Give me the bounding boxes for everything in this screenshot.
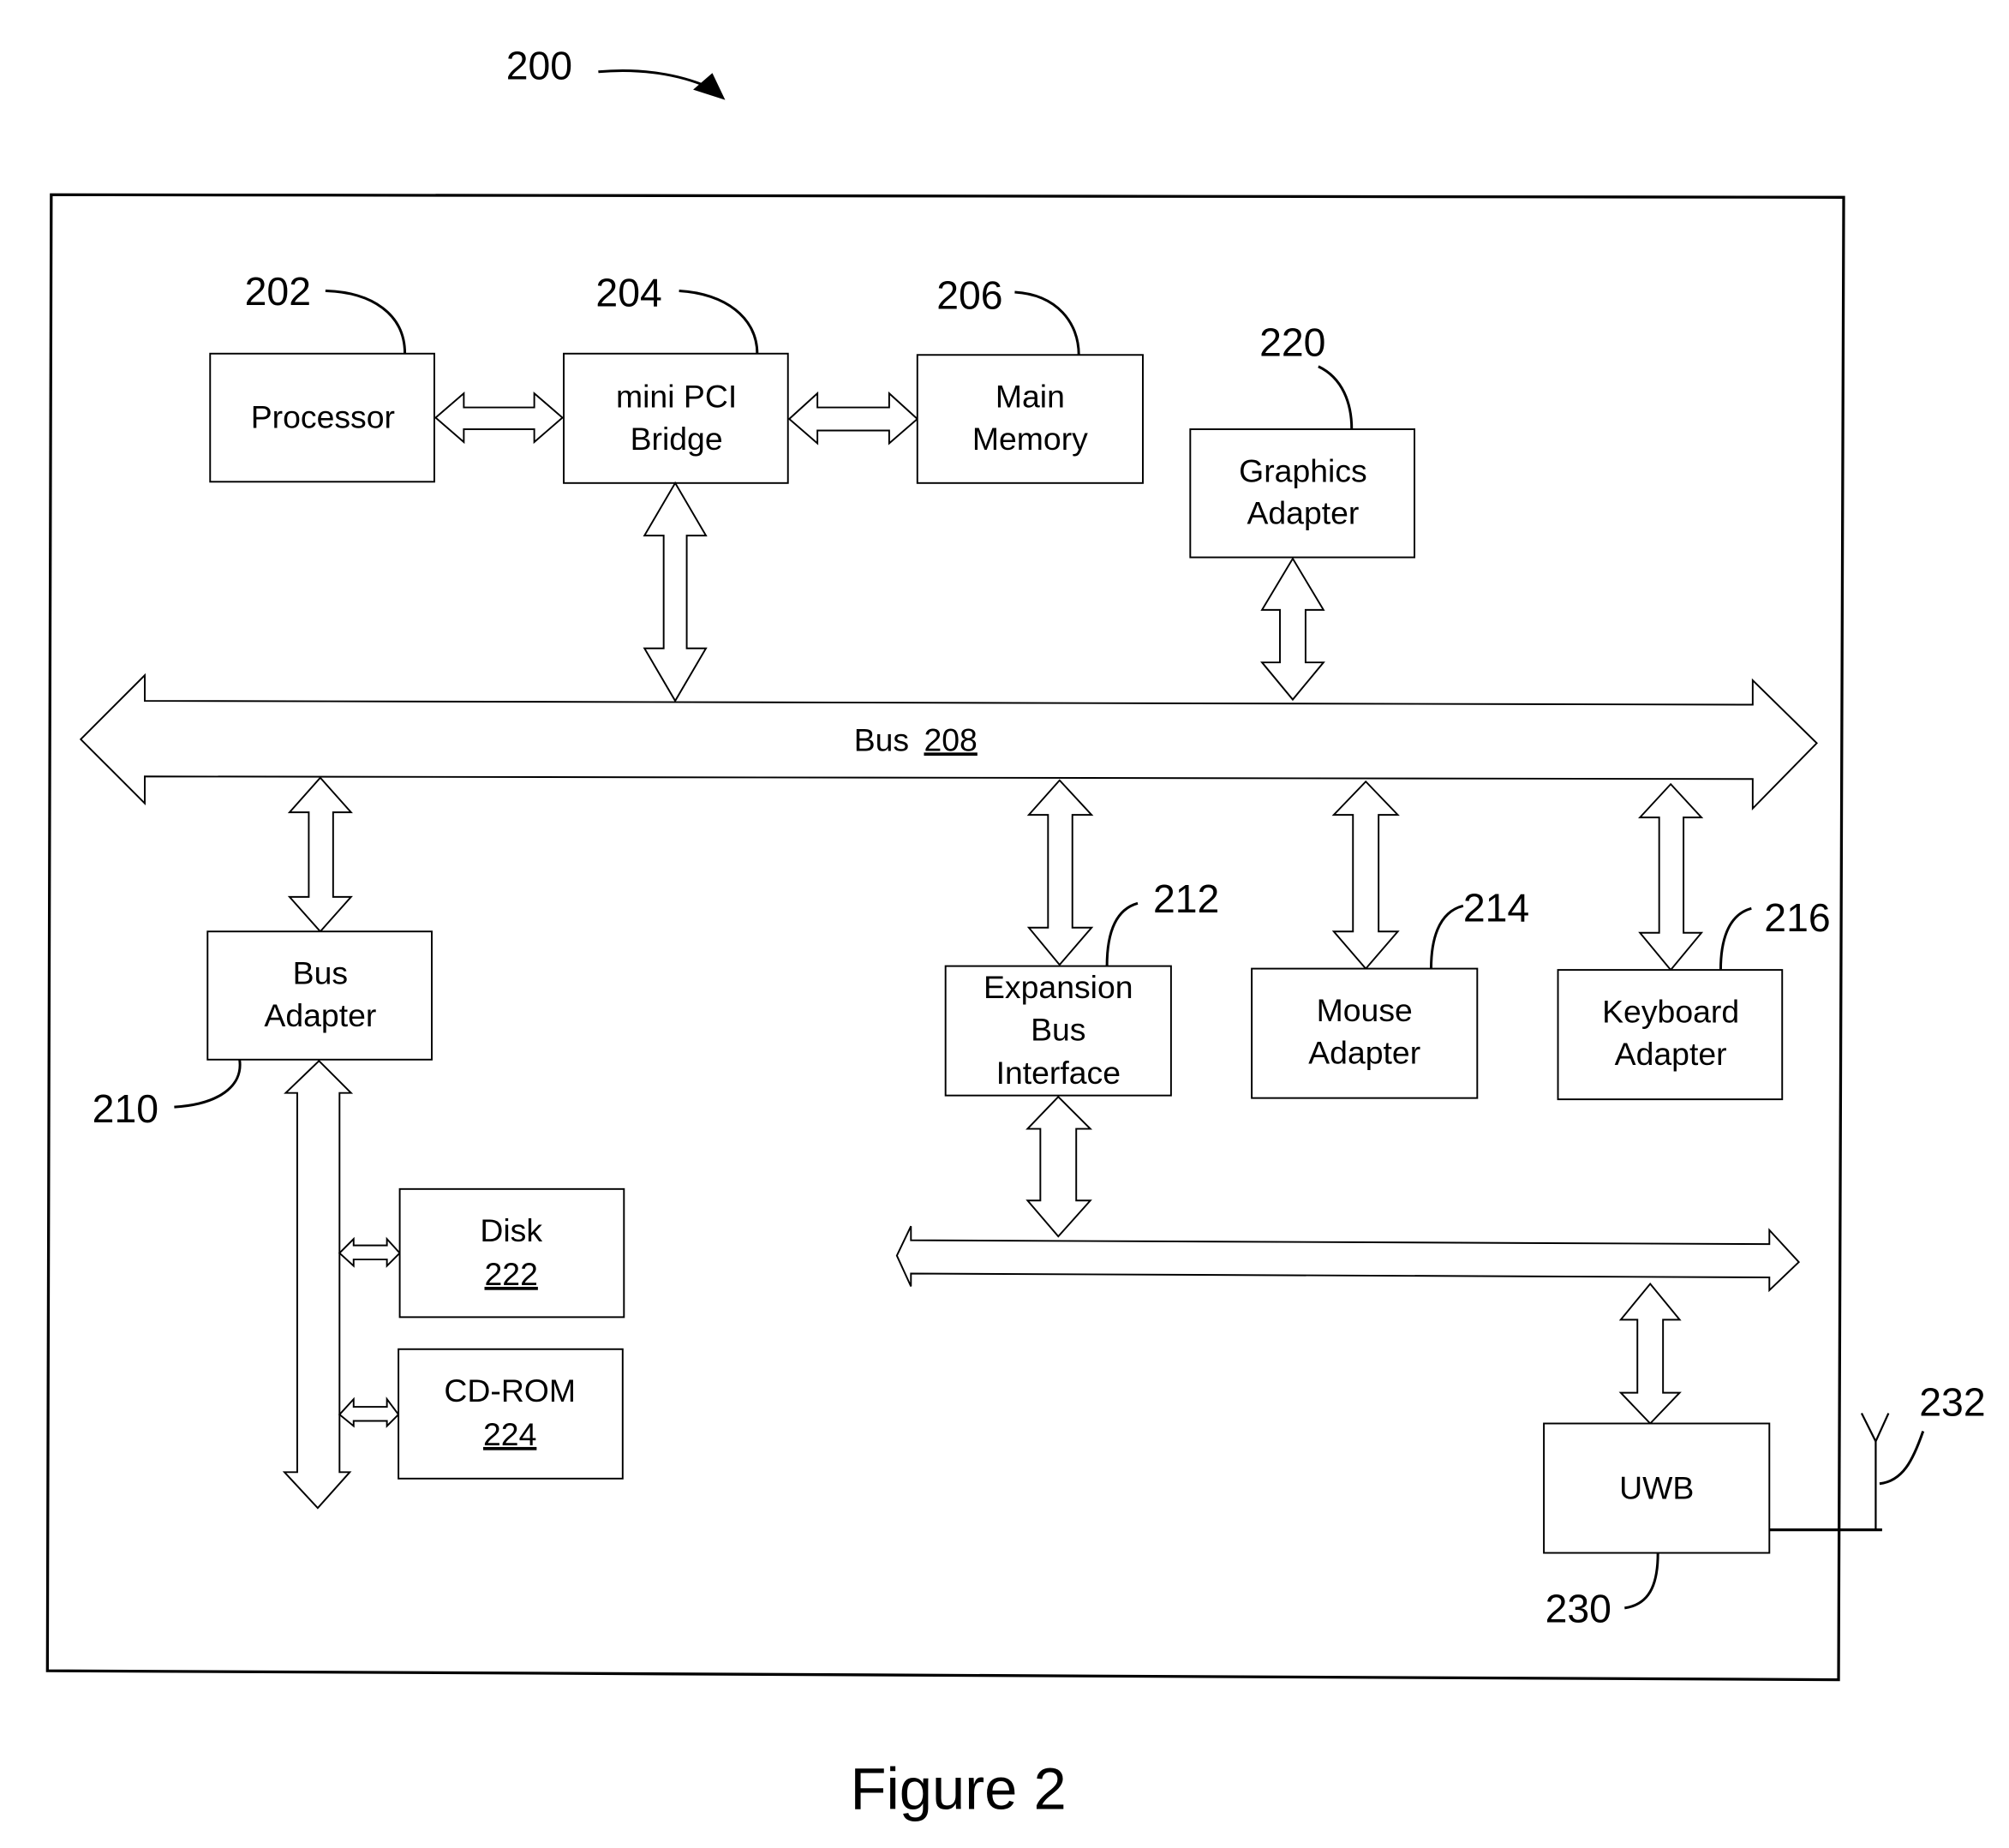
disk-block[interactable]	[398, 1187, 625, 1319]
mouse-adapter-block[interactable]	[1251, 967, 1479, 1099]
graphics-adapter-leader-line	[1318, 365, 1354, 429]
processor-leader-line	[325, 289, 407, 354]
expansion-interface-bus-arrow	[1025, 1095, 1093, 1238]
antenna-ref: 232	[1919, 1380, 1985, 1425]
mouse-adapter-leader-line	[1429, 904, 1464, 969]
disk-ref: 222	[485, 1256, 538, 1292]
bus-busadapter-arrow	[287, 776, 353, 933]
figure-reference-arrow-line	[598, 69, 709, 89]
main-bus-label: Bus	[854, 721, 909, 757]
processor-bridge-arrow	[433, 391, 565, 445]
bus-adapter-leader-line	[174, 1059, 242, 1109]
figure-reference-arrowhead-icon	[693, 73, 726, 100]
expansion-bus-uwb-arrow	[1618, 1282, 1682, 1425]
mini-pci-bridge-leader-line	[679, 289, 759, 354]
graphics-adapter-ref: 220	[1259, 320, 1325, 365]
system-block-diagram: 200 Processor 202 mini PCI Bridge 204 Ma…	[45, 44, 1986, 1822]
bus-adapter-block[interactable]	[206, 930, 433, 1061]
uwb-leader-line	[1624, 1552, 1659, 1610]
expansion-bus-interface-ref: 212	[1153, 876, 1219, 921]
expansion-bus-interface-label-line2: Bus	[1031, 1011, 1085, 1047]
iobus-cdrom-arrow	[338, 1396, 400, 1428]
mini-pci-bridge-block[interactable]	[563, 352, 789, 484]
main-memory-label-line1: Main	[996, 379, 1065, 415]
antenna-leader-line	[1879, 1430, 1925, 1486]
main-memory-label-line2: Memory	[972, 421, 1088, 457]
expansion-bus-interface-leader-line	[1105, 901, 1139, 966]
mouse-adapter-label-line1: Mouse	[1317, 992, 1413, 1028]
expansion-bus-interface-label-line1: Expansion	[984, 969, 1133, 1005]
mouse-adapter-ref: 214	[1463, 885, 1529, 930]
cdrom-block[interactable]	[398, 1348, 624, 1480]
graphics-bus-arrow	[1260, 557, 1325, 702]
mouse-adapter-label-line2: Adapter	[1308, 1034, 1420, 1070]
bus-expansion-arrow	[1026, 779, 1094, 966]
figure-caption: Figure 2	[850, 1756, 1066, 1822]
cdrom-ref: 224	[483, 1416, 536, 1452]
graphics-adapter-block[interactable]	[1189, 428, 1416, 559]
bus-adapter-ref: 210	[93, 1086, 158, 1131]
processor-label: Processor	[251, 398, 395, 434]
uwb-ref: 230	[1546, 1586, 1611, 1630]
bus-adapter-label-line1: Bus	[293, 955, 348, 991]
expansion-bus[interactable]	[895, 1225, 1801, 1293]
keyboard-adapter-leader-line	[1719, 906, 1752, 971]
main-memory-ref: 206	[936, 272, 1002, 317]
expansion-bus-interface-label-line3: Interface	[996, 1055, 1121, 1091]
main-bus-ref: 208	[924, 721, 977, 757]
bus-keyboard-arrow	[1638, 782, 1704, 972]
bus-mouse-arrow	[1331, 780, 1400, 971]
mini-pci-bridge-label-line1: mini PCI	[616, 379, 737, 415]
keyboard-adapter-block[interactable]	[1557, 969, 1784, 1101]
mini-pci-bridge-label-line2: Bridge	[631, 421, 723, 457]
keyboard-adapter-label-line2: Adapter	[1615, 1036, 1727, 1072]
disk-label: Disk	[480, 1212, 542, 1248]
keyboard-adapter-ref: 216	[1764, 895, 1830, 940]
keyboard-adapter-label-line1: Keyboard	[1602, 993, 1739, 1029]
bridge-bus-arrow	[643, 481, 708, 703]
bus-adapter-label-line2: Adapter	[264, 997, 376, 1033]
graphics-adapter-label-line1: Graphics	[1239, 452, 1367, 488]
iobus-disk-arrow	[338, 1236, 401, 1268]
main-memory-leader-line	[1014, 290, 1080, 356]
uwb-label: UWB	[1619, 1470, 1694, 1506]
bridge-memory-arrow	[787, 391, 919, 446]
cdrom-label: CD-ROM	[444, 1373, 576, 1408]
main-memory-block[interactable]	[916, 354, 1144, 484]
figure-reference-label: 200	[506, 44, 572, 88]
bus-adapter-io-bus	[282, 1059, 354, 1510]
mini-pci-bridge-ref: 204	[595, 270, 661, 314]
processor-ref: 202	[245, 269, 311, 314]
graphics-adapter-label-line2: Adapter	[1247, 495, 1359, 531]
antenna-icon	[1860, 1413, 1890, 1444]
